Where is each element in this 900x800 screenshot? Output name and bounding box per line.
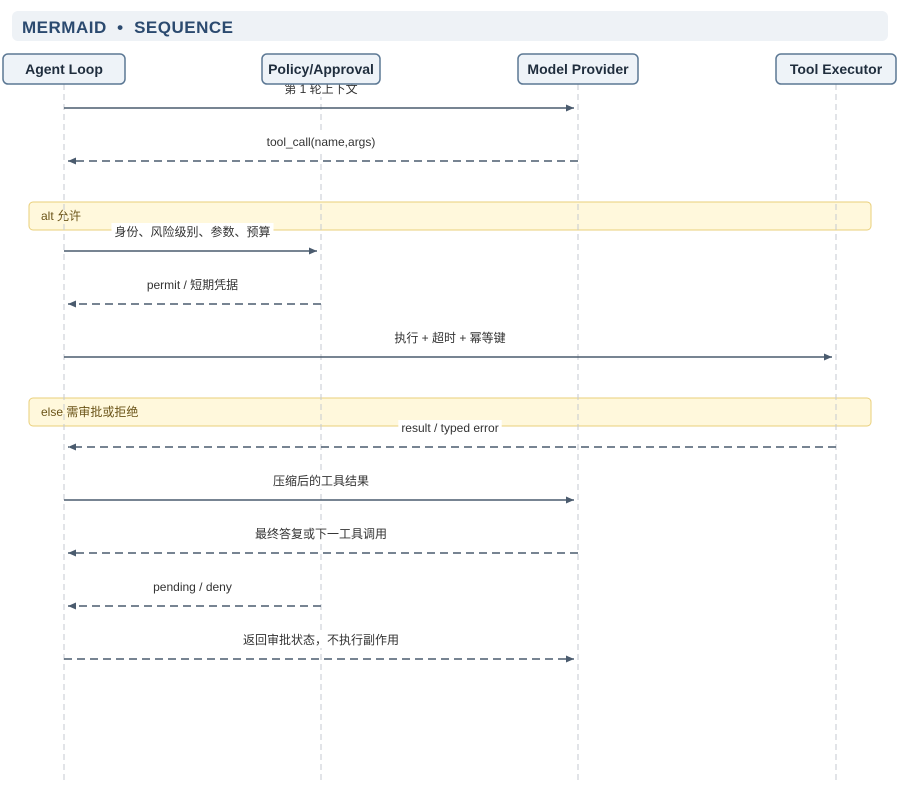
message-label: 返回审批状态，不执行副作用 (243, 632, 399, 647)
message-label: 身份、风险级别、参数、预算 (114, 224, 270, 239)
message-1: tool_call(name,args) (68, 134, 578, 165)
message-label: tool_call(name,args) (267, 135, 376, 149)
actor-agent: Agent Loop (2, 53, 126, 85)
message-4: 执行 + 超时 + 幂等键 (64, 329, 832, 361)
frame-label: alt 允许 (41, 208, 81, 223)
message-8: pending / deny (68, 579, 321, 610)
actor-policy: Policy/Approval (261, 53, 381, 85)
message-label: pending / deny (153, 580, 232, 594)
message-label: 执行 + 超时 + 幂等键 (394, 330, 505, 345)
actor-label: Tool Executor (790, 61, 883, 77)
message-label: result / typed error (401, 421, 498, 435)
message-label: permit / 短期凭据 (147, 277, 238, 292)
actor-label: Model Provider (527, 61, 629, 77)
message-3: permit / 短期凭据 (68, 276, 321, 308)
message-6: 压缩后的工具结果 (64, 472, 574, 504)
message-label: 压缩后的工具结果 (273, 473, 369, 488)
frame-label: else 需审批或拒绝 (41, 404, 138, 419)
actor-label: Policy/Approval (268, 61, 374, 77)
actor-label: Agent Loop (25, 61, 103, 77)
actors-layer: Agent Loop Policy/Approval Model Provider T… (2, 53, 897, 85)
actor-tool: Tool Executor (775, 53, 897, 85)
messages-layer: 第 1 轮上下文tool_call(name,args)身份、风险级别、参数、预… (64, 80, 836, 663)
sequence-diagram: alt 允许 else 需审批或拒绝 第 1 轮上下文tool_call(name… (2, 53, 897, 780)
message-label: 最终答复或下一工具调用 (255, 526, 387, 541)
actor-model: Model Provider (517, 53, 639, 85)
message-9: 返回审批状态，不执行副作用 (64, 631, 574, 663)
message-7: 最终答复或下一工具调用 (68, 525, 578, 557)
